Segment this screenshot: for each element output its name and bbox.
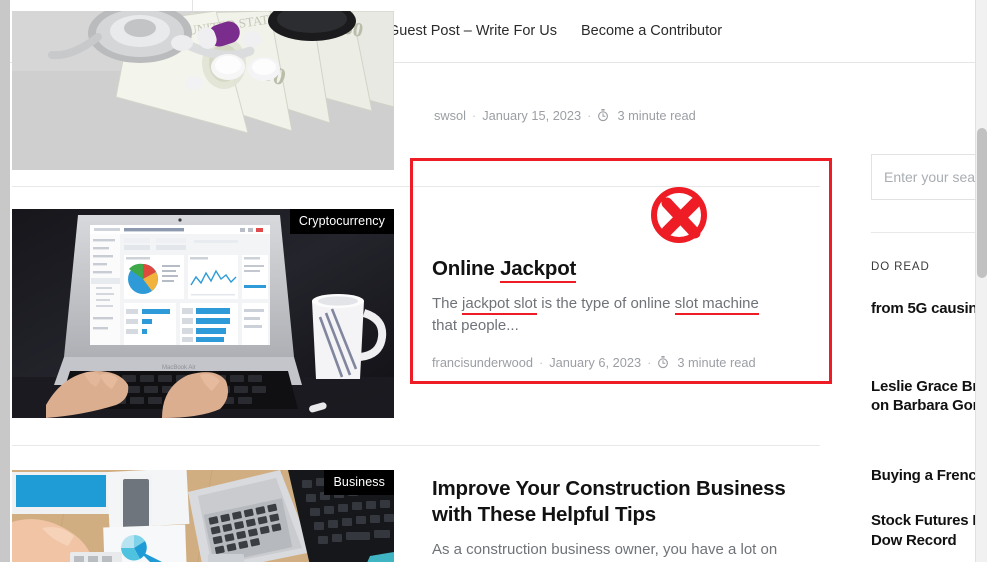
sidebar-section-heading: DO READ xyxy=(871,261,930,273)
laptop-dashboard-photo: MacBook Air xyxy=(12,209,394,418)
scrollbar-thumb[interactable] xyxy=(977,128,987,278)
clock-icon xyxy=(657,355,669,369)
excerpt-text-1: The xyxy=(432,295,463,313)
excerpt-highlighted-term-1: jackpot slot xyxy=(462,295,538,316)
article-text-medical: swsol · January 15, 2023 · 3 minute read xyxy=(394,11,822,123)
article-card-medical[interactable]: 50 50 THE UNITED STATES xyxy=(10,11,822,170)
article-meta-medical: swsol · January 15, 2023 · 3 minute read xyxy=(434,108,812,123)
medical-money-photo: 50 50 THE UNITED STATES xyxy=(12,11,394,170)
sidebar: DO READ from 5G causing Leslie Grace Bre… xyxy=(871,63,975,550)
vertical-scrollbar[interactable] xyxy=(975,0,987,562)
article-card-construction[interactable]: Business Improve Your Construction Busin… xyxy=(10,470,822,562)
article-excerpt-jackpot: The jackpot slot is the type of online s… xyxy=(432,293,787,337)
article-title-construction[interactable]: Improve Your Construction Business with … xyxy=(432,476,802,528)
sidebar-post-3[interactable]: Buying a French xyxy=(871,466,975,486)
sidebar-divider xyxy=(871,232,975,233)
x-circle-icon xyxy=(648,184,714,250)
meta-separator: · xyxy=(539,354,544,370)
article-date: January 6, 2023 xyxy=(549,354,642,370)
clock-icon xyxy=(597,109,609,122)
article-thumbnail-construction[interactable]: Business xyxy=(12,470,394,562)
article-list: 50 50 THE UNITED STATES xyxy=(10,11,822,562)
article-author[interactable]: swsol xyxy=(434,108,466,123)
article-text-jackpot: Online Jackpot The jackpot slot is the t… xyxy=(394,209,822,370)
article-read-time: 3 minute read xyxy=(677,354,756,370)
search-input[interactable] xyxy=(884,169,975,185)
article-author[interactable]: francisunderwood xyxy=(432,355,533,370)
page-canvas: onlineinterviews.net Home Contact Us Gue… xyxy=(10,0,975,562)
article-thumbnail-jackpot[interactable]: MacBook Air Cryptocurrency xyxy=(12,209,394,418)
article-read-time: 3 minute read xyxy=(617,108,696,123)
article-title-prefix: Online xyxy=(432,257,501,280)
sidebar-post-2[interactable]: Leslie Grace Brea on Barbara Gord xyxy=(871,377,975,416)
article-date: January 15, 2023 xyxy=(482,108,582,123)
content-area: 50 50 THE UNITED STATES xyxy=(10,11,975,562)
sidebar-post-1[interactable]: from 5G causing xyxy=(871,299,975,319)
article-category-badge[interactable]: Business xyxy=(324,470,394,495)
svg-text:MacBook Air: MacBook Air xyxy=(162,365,196,371)
excerpt-text-3: that people... xyxy=(432,317,519,335)
article-title-online-jackpot[interactable]: Online Jackpot xyxy=(432,256,812,283)
browser-viewport: onlineinterviews.net Home Contact Us Gue… xyxy=(0,0,987,562)
meta-separator: · xyxy=(472,108,477,123)
article-title-highlighted-term: Jackpot xyxy=(500,257,576,283)
article-category-badge[interactable]: Cryptocurrency xyxy=(289,209,394,234)
article-excerpt-construction: As a construction business owner, you ha… xyxy=(432,541,778,559)
article-meta-jackpot: francisunderwood · January 6, 2023 · 3 m… xyxy=(432,355,812,370)
article-divider xyxy=(12,445,820,446)
excerpt-text-2: is the type of online xyxy=(537,295,675,313)
article-thumbnail-medical[interactable]: 50 50 THE UNITED STATES xyxy=(12,11,394,170)
excerpt-highlighted-term-2: slot machine xyxy=(674,295,759,316)
search-box[interactable] xyxy=(871,154,975,200)
meta-separator: · xyxy=(647,354,652,370)
sidebar-post-4[interactable]: Stock Futures Ris Dow Record xyxy=(871,511,975,550)
meta-separator: · xyxy=(587,108,592,123)
article-text-construction: Improve Your Construction Business with … xyxy=(394,470,822,562)
